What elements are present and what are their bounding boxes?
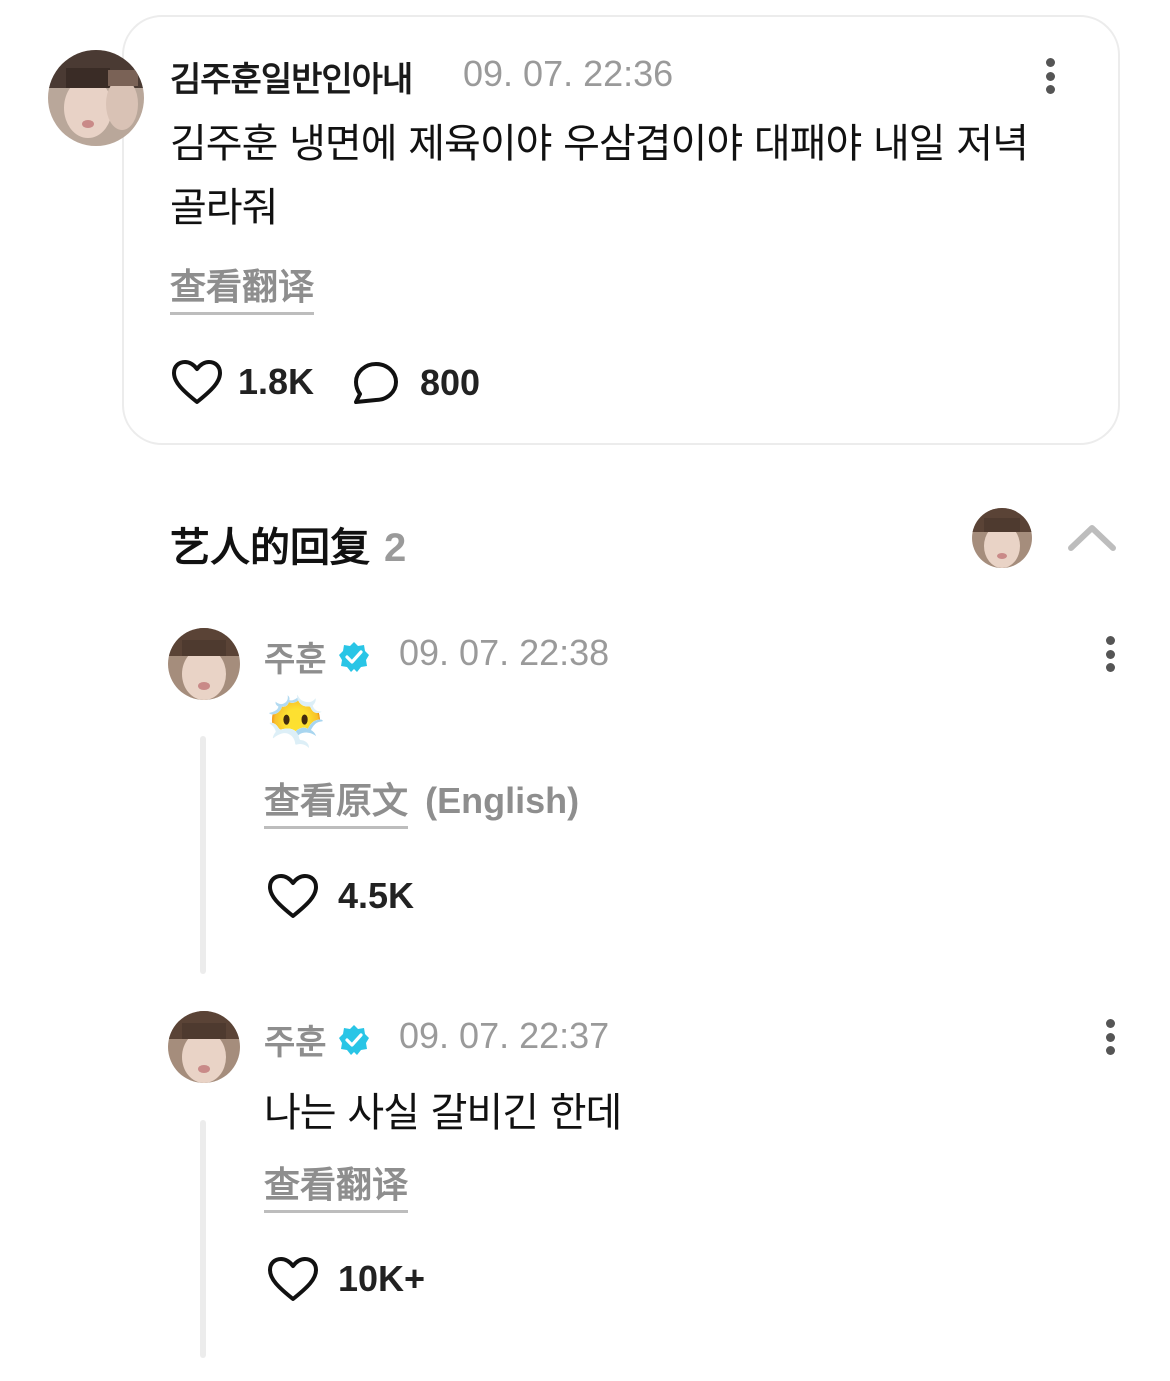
verified-badge-icon: [338, 641, 369, 672]
reply-emoji: 😶‍🌫️: [266, 694, 326, 750]
heart-icon: [172, 360, 222, 404]
reply-avatar[interactable]: [168, 628, 240, 700]
post-more-icon[interactable]: [1040, 54, 1060, 98]
comment-bubble-icon: [354, 362, 398, 404]
post-translate-link[interactable]: 查看翻译: [170, 258, 315, 315]
collapse-chevron-up-icon[interactable]: [1066, 520, 1118, 558]
post-like-count: 1.8K: [238, 361, 315, 402]
reply-more-icon[interactable]: [1100, 1015, 1120, 1059]
artist-avatar-small[interactable]: [972, 508, 1032, 568]
post-body-text: 김주훈 냉면에 제육이야 우삼겹이야 대패야 내일 저녁 골라줘: [170, 121, 1029, 231]
reply-like-count: 4.5K: [338, 875, 415, 916]
original-language-label: (English): [425, 780, 580, 821]
reply-author[interactable]: 주훈: [264, 632, 371, 681]
reply-timestamp: 09. 07. 22:37: [399, 1015, 610, 1056]
post-comment-count: 800: [420, 362, 481, 403]
heart-icon: [268, 1257, 318, 1301]
artist-replies-header: 艺人的回复 2: [170, 515, 406, 573]
reply-text: 나는 사실 갈비긴 한데: [264, 1090, 622, 1136]
reply-like-count: 10K+: [338, 1258, 426, 1299]
thread-line: [200, 736, 206, 974]
reply-avatar[interactable]: [168, 1011, 240, 1083]
reply-translate-link[interactable]: 查看翻译: [264, 1156, 409, 1213]
thread-line: [200, 1120, 206, 1358]
reply-author[interactable]: 주훈: [264, 1015, 371, 1064]
artist-replies-count: 2: [384, 526, 407, 570]
reply-author-name: 주훈: [264, 640, 327, 680]
reply-original-row: 查看原文 (English): [264, 772, 579, 829]
view-original-link[interactable]: 查看原文: [264, 772, 409, 829]
heart-icon: [268, 874, 318, 918]
post-author-avatar[interactable]: [48, 50, 144, 146]
reply-like-button[interactable]: 4.5K: [266, 872, 414, 920]
post-timestamp: 09. 07. 22:36: [463, 53, 674, 94]
reply-timestamp: 09. 07. 22:38: [399, 632, 610, 673]
reply-like-button[interactable]: 10K+: [266, 1255, 425, 1303]
post-author-name[interactable]: 김주훈일반인아내: [170, 52, 413, 101]
post-like-button[interactable]: 1.8K: [170, 358, 314, 406]
post-comment-button[interactable]: 800: [352, 360, 480, 406]
artist-replies-title: 艺人的回复: [170, 525, 370, 571]
reply-author-name: 주훈: [264, 1023, 327, 1063]
reply-more-icon[interactable]: [1100, 632, 1120, 676]
verified-badge-icon: [338, 1024, 369, 1055]
